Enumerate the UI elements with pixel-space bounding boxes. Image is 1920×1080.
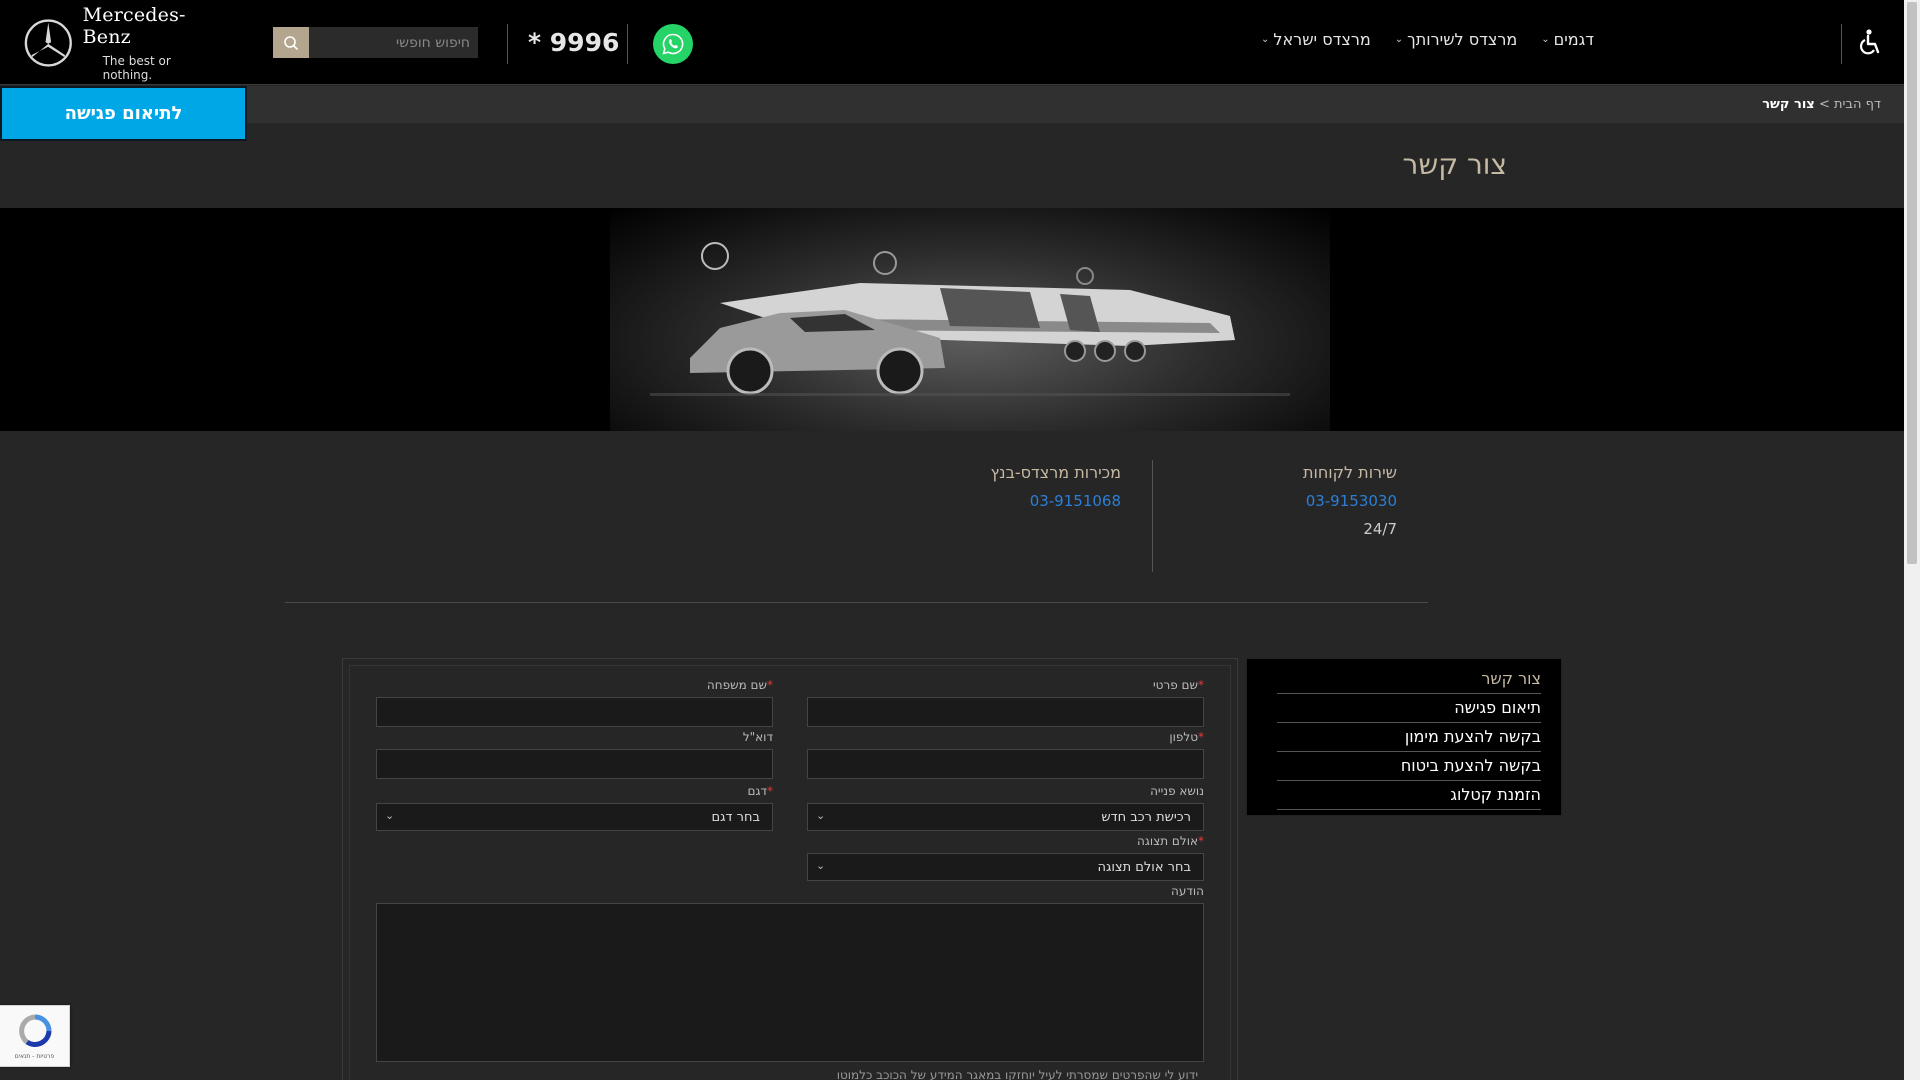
search-button[interactable] — [273, 27, 309, 58]
sales-phone-link[interactable]: 03-9151068 — [991, 492, 1121, 510]
schedule-meeting-button[interactable]: לתיאום פגישה — [0, 86, 247, 141]
email-label: דוא"ל — [742, 730, 773, 744]
whatsapp-icon — [662, 33, 684, 55]
subject-select-value: רכישת רכב חדש — [1101, 809, 1191, 825]
logo-text: Mercedes-Benz The best or nothing. — [83, 4, 224, 82]
sales-title: מכירות מרצדס-בנץ — [990, 463, 1121, 482]
required-mark: * — [767, 678, 773, 692]
header-divider — [627, 24, 628, 64]
header-divider — [1841, 24, 1842, 64]
breadcrumb: דף הבית > צור קשר — [1762, 97, 1881, 112]
hero-banner — [0, 208, 1904, 431]
search-box — [273, 27, 478, 58]
recaptcha-icon — [18, 1014, 51, 1047]
section-divider — [285, 602, 1428, 603]
breadcrumb-bar: דף הבית > צור קשר — [0, 86, 1904, 123]
last-name-label: *שם משפחה — [706, 678, 773, 692]
main-nav: דגמים ⌄ מרצדס לשירותך ⌄ מרצדס ישראל ⌄ — [1261, 30, 1594, 49]
info-divider — [1152, 460, 1153, 572]
consent-text: ידוע לי שהפרטים שמסרתי לעיל יוחזקו במאגר… — [836, 1068, 1198, 1080]
phone-number[interactable]: * 9996 — [528, 22, 619, 62]
side-menu-item-contact[interactable]: צור קשר — [1277, 665, 1541, 694]
sales-info: מכירות מרצדס-בנץ 03-9151068 — [991, 463, 1121, 520]
last-name-field[interactable] — [376, 697, 773, 727]
side-menu-item-catalog[interactable]: הזמנת קטלוג — [1277, 781, 1541, 810]
chevron-down-icon: ⌄ — [816, 809, 826, 822]
model-select[interactable]: בחר דגם ⌄ — [376, 803, 773, 831]
breadcrumb-home[interactable]: דף הבית — [1834, 97, 1881, 112]
required-mark: * — [767, 784, 773, 798]
side-menu-item-insurance[interactable]: בקשה להצעת ביטוח — [1277, 752, 1541, 781]
page-scrollbar[interactable] — [1904, 0, 1920, 1080]
message-label: הודעה — [1170, 884, 1204, 898]
phone-label: *טלפון — [1169, 730, 1204, 744]
side-menu-item-meeting[interactable]: תיאום פגישה — [1277, 694, 1541, 723]
nav-item-service[interactable]: מרצדס לשירותך ⌄ — [1395, 30, 1518, 49]
subject-select[interactable]: רכישת רכב חדש ⌄ — [807, 803, 1204, 831]
customer-service-title: שירות לקוחות — [1302, 463, 1397, 482]
showroom-select-value: בחר אולם תצוגה — [1097, 859, 1191, 875]
phone-field[interactable] — [807, 749, 1204, 779]
header-divider — [507, 24, 508, 64]
contact-side-menu: צור קשר תיאום פגישה בקשה להצעת מימון בקש… — [1246, 658, 1562, 816]
nav-item-label: מרצדס ישראל — [1273, 30, 1371, 49]
customer-service-hours: 24/7 — [1363, 520, 1397, 538]
model-label: *דגם — [747, 784, 773, 798]
subject-label: נושא פנייה — [1150, 784, 1204, 798]
car-and-boat-image — [650, 242, 1290, 396]
required-mark: * — [1198, 834, 1204, 848]
banner-image — [610, 208, 1330, 431]
first-name-field[interactable] — [807, 697, 1204, 727]
first-name-label: *שם פרטי — [1152, 678, 1204, 692]
page-title: צור קשר — [1402, 148, 1507, 181]
nav-item-models[interactable]: דגמים ⌄ — [1541, 30, 1594, 49]
logo-slogan: The best or nothing. — [102, 54, 171, 82]
customer-service-phone-link[interactable]: 03-9153030 — [1303, 492, 1397, 510]
recaptcha-badge[interactable]: פרטיות - תנאים — [0, 1005, 70, 1067]
search-icon — [284, 35, 299, 50]
showroom-select[interactable]: בחר אולם תצוגה ⌄ — [807, 853, 1204, 881]
required-mark: * — [1198, 730, 1204, 744]
showroom-label: *אולם תצוגה — [1137, 834, 1204, 848]
breadcrumb-current: צור קשר — [1762, 97, 1815, 112]
search-input[interactable] — [309, 27, 478, 58]
site-header: Mercedes-Benz The best or nothing. * 999… — [0, 0, 1904, 85]
required-mark: * — [1198, 678, 1204, 692]
accessibility-button[interactable] — [1856, 26, 1884, 60]
model-select-value: בחר דגם — [711, 809, 760, 825]
mercedes-star-icon — [24, 19, 72, 67]
nav-item-israel[interactable]: מרצדס ישראל ⌄ — [1261, 30, 1371, 49]
chevron-down-icon: ⌄ — [1541, 34, 1550, 45]
scrollbar-thumb[interactable] — [1907, 2, 1917, 564]
recaptcha-text[interactable]: פרטיות - תנאים — [15, 1053, 55, 1060]
chevron-down-icon: ⌄ — [385, 809, 395, 822]
wheelchair-icon — [1860, 29, 1880, 55]
nav-item-label: דגמים — [1553, 30, 1594, 49]
whatsapp-button[interactable] — [653, 24, 693, 64]
chevron-down-icon: ⌄ — [1261, 34, 1270, 45]
chevron-down-icon: ⌄ — [1394, 34, 1404, 45]
message-textarea[interactable] — [376, 903, 1204, 1062]
nav-item-label: מרצדס לשירותך — [1407, 30, 1518, 49]
side-menu-item-financing[interactable]: בקשה להצעת מימון — [1277, 723, 1541, 752]
email-field[interactable] — [376, 749, 773, 779]
chevron-down-icon: ⌄ — [816, 859, 826, 872]
logo-brand: Mercedes-Benz — [82, 4, 186, 48]
customer-service-info: שירות לקוחות 03-9153030 24/7 — [1303, 463, 1397, 538]
mercedes-logo[interactable]: Mercedes-Benz The best or nothing. — [24, 4, 224, 82]
breadcrumb-separator: > — [1818, 97, 1830, 112]
